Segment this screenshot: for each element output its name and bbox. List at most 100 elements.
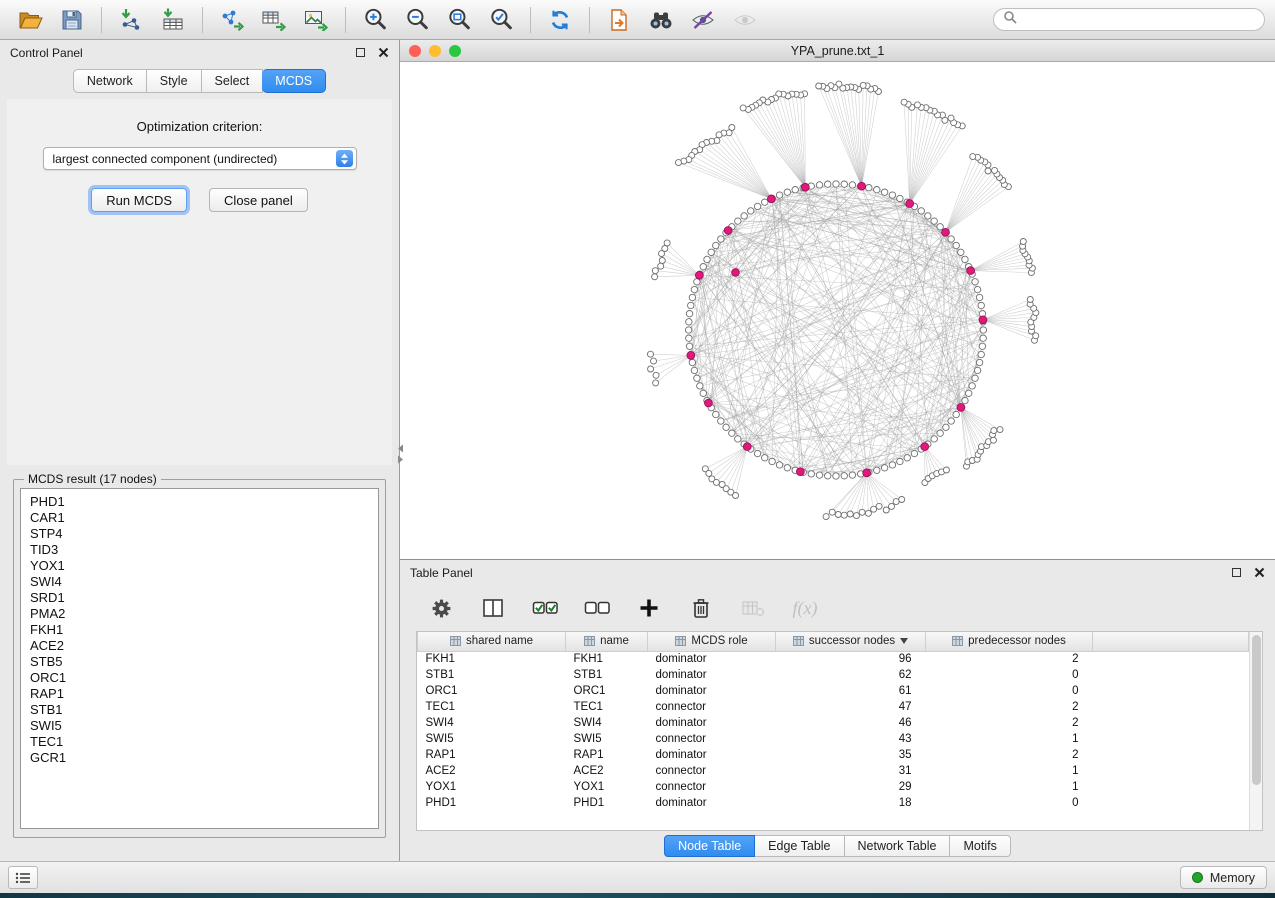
cell-predecessor-nodes[interactable]: 1: [926, 779, 1093, 795]
table-row[interactable]: STB1STB1dominator620: [418, 667, 1249, 683]
cell-name[interactable]: SWI4: [566, 715, 648, 731]
save-session-icon[interactable]: [52, 3, 92, 37]
cell-mcds-role[interactable]: dominator: [648, 683, 776, 699]
mcds-node[interactable]: STB5: [30, 654, 369, 670]
cell-predecessor-nodes[interactable]: 0: [926, 795, 1093, 811]
cell-name[interactable]: PHD1: [566, 795, 648, 811]
cell-shared-name[interactable]: SWI5: [418, 731, 566, 747]
memory-button[interactable]: Memory: [1180, 866, 1267, 889]
deselect-all-icon[interactable]: [580, 591, 614, 625]
column-header-successor-nodes[interactable]: successor nodes: [776, 632, 926, 651]
mcds-node[interactable]: TEC1: [30, 734, 369, 750]
table-row[interactable]: FKH1FKH1dominator962: [418, 651, 1249, 667]
split-panel-icon[interactable]: [476, 591, 510, 625]
cell-shared-name[interactable]: FKH1: [418, 651, 566, 667]
cell-predecessor-nodes[interactable]: 1: [926, 731, 1093, 747]
panel-menu-button[interactable]: [8, 866, 38, 889]
search-input[interactable]: [1023, 13, 1255, 27]
tab-node-table[interactable]: Node Table: [664, 835, 755, 857]
export-image-icon[interactable]: [296, 3, 336, 37]
table-row[interactable]: TEC1TEC1connector472: [418, 699, 1249, 715]
cell-mcds-role[interactable]: connector: [648, 763, 776, 779]
cell-predecessor-nodes[interactable]: 1: [926, 763, 1093, 779]
mcds-result-list[interactable]: PHD1CAR1STP4TID3YOX1SWI4SRD1PMA2FKH1ACE2…: [20, 488, 379, 829]
tab-edge-table[interactable]: Edge Table: [755, 835, 844, 857]
cell-successor-nodes[interactable]: 18: [776, 795, 926, 811]
close-panel-icon[interactable]: [378, 47, 389, 58]
table-row[interactable]: SWI4SWI4dominator462: [418, 715, 1249, 731]
close-window-icon[interactable]: [409, 45, 421, 57]
mcds-node[interactable]: PHD1: [30, 494, 369, 510]
first-neighbors-icon[interactable]: [641, 3, 681, 37]
network-titlebar[interactable]: YPA_prune.txt_1: [400, 40, 1275, 62]
table-scrollbar[interactable]: [1249, 632, 1262, 830]
maximize-window-icon[interactable]: [449, 45, 461, 57]
scrollbar-thumb[interactable]: [1252, 635, 1261, 785]
mcds-node[interactable]: YOX1: [30, 558, 369, 574]
search-field[interactable]: [993, 8, 1265, 31]
splitter-collapse-icon[interactable]: [395, 444, 405, 464]
table-row[interactable]: ORC1ORC1dominator610: [418, 683, 1249, 699]
cell-name[interactable]: ORC1: [566, 683, 648, 699]
mcds-node[interactable]: CAR1: [30, 510, 369, 526]
table-row[interactable]: RAP1RAP1dominator352: [418, 747, 1249, 763]
mcds-node[interactable]: SWI4: [30, 574, 369, 590]
cell-predecessor-nodes[interactable]: 2: [926, 715, 1093, 731]
function-builder-icon[interactable]: f(x): [788, 591, 822, 625]
optimization-select[interactable]: largest connected component (undirected): [43, 147, 357, 170]
export-table-icon[interactable]: [254, 3, 294, 37]
cell-mcds-role[interactable]: connector: [648, 699, 776, 715]
cell-predecessor-nodes[interactable]: 0: [926, 667, 1093, 683]
cell-name[interactable]: YOX1: [566, 779, 648, 795]
table-settings-icon[interactable]: [424, 591, 458, 625]
cell-name[interactable]: FKH1: [566, 651, 648, 667]
tab-network-table[interactable]: Network Table: [845, 835, 951, 857]
destroy-table-icon[interactable]: [736, 591, 770, 625]
clone-network-icon[interactable]: [599, 3, 639, 37]
cell-shared-name[interactable]: SWI4: [418, 715, 566, 731]
zoom-selected-icon[interactable]: [481, 3, 521, 37]
mcds-node[interactable]: ORC1: [30, 670, 369, 686]
zoom-in-icon[interactable]: [355, 3, 395, 37]
close-mcds-panel-button[interactable]: Close panel: [209, 188, 308, 212]
table-row[interactable]: SWI5SWI5connector431: [418, 731, 1249, 747]
cell-shared-name[interactable]: ORC1: [418, 683, 566, 699]
cell-successor-nodes[interactable]: 47: [776, 699, 926, 715]
mcds-node[interactable]: SRD1: [30, 590, 369, 606]
cell-shared-name[interactable]: TEC1: [418, 699, 566, 715]
cell-name[interactable]: TEC1: [566, 699, 648, 715]
import-table-icon[interactable]: [153, 3, 193, 37]
mcds-node[interactable]: RAP1: [30, 686, 369, 702]
cell-shared-name[interactable]: STB1: [418, 667, 566, 683]
cell-successor-nodes[interactable]: 29: [776, 779, 926, 795]
mcds-node[interactable]: ACE2: [30, 638, 369, 654]
cell-mcds-role[interactable]: dominator: [648, 747, 776, 763]
select-all-icon[interactable]: [528, 591, 562, 625]
tab-select[interactable]: Select: [202, 69, 264, 93]
cell-successor-nodes[interactable]: 46: [776, 715, 926, 731]
cell-name[interactable]: RAP1: [566, 747, 648, 763]
float-table-panel-icon[interactable]: [1232, 568, 1241, 577]
tab-network[interactable]: Network: [73, 69, 147, 93]
table-row[interactable]: ACE2ACE2connector311: [418, 763, 1249, 779]
add-column-icon[interactable]: [632, 591, 666, 625]
refresh-icon[interactable]: [540, 3, 580, 37]
column-header-shared-name[interactable]: shared name: [418, 632, 566, 651]
tab-motifs[interactable]: Motifs: [950, 835, 1010, 857]
run-mcds-button[interactable]: Run MCDS: [91, 188, 187, 212]
mcds-node[interactable]: GCR1: [30, 750, 369, 766]
mcds-node[interactable]: STP4: [30, 526, 369, 542]
cell-mcds-role[interactable]: connector: [648, 779, 776, 795]
cell-mcds-role[interactable]: dominator: [648, 715, 776, 731]
cell-shared-name[interactable]: PHD1: [418, 795, 566, 811]
network-graph[interactable]: [400, 62, 1275, 559]
cell-mcds-role[interactable]: connector: [648, 731, 776, 747]
cell-successor-nodes[interactable]: 61: [776, 683, 926, 699]
cell-mcds-role[interactable]: dominator: [648, 795, 776, 811]
open-file-icon[interactable]: [10, 3, 50, 37]
cell-name[interactable]: ACE2: [566, 763, 648, 779]
mcds-node[interactable]: SWI5: [30, 718, 369, 734]
hide-selected-icon[interactable]: [683, 3, 723, 37]
cell-successor-nodes[interactable]: 35: [776, 747, 926, 763]
mcds-node[interactable]: TID3: [30, 542, 369, 558]
